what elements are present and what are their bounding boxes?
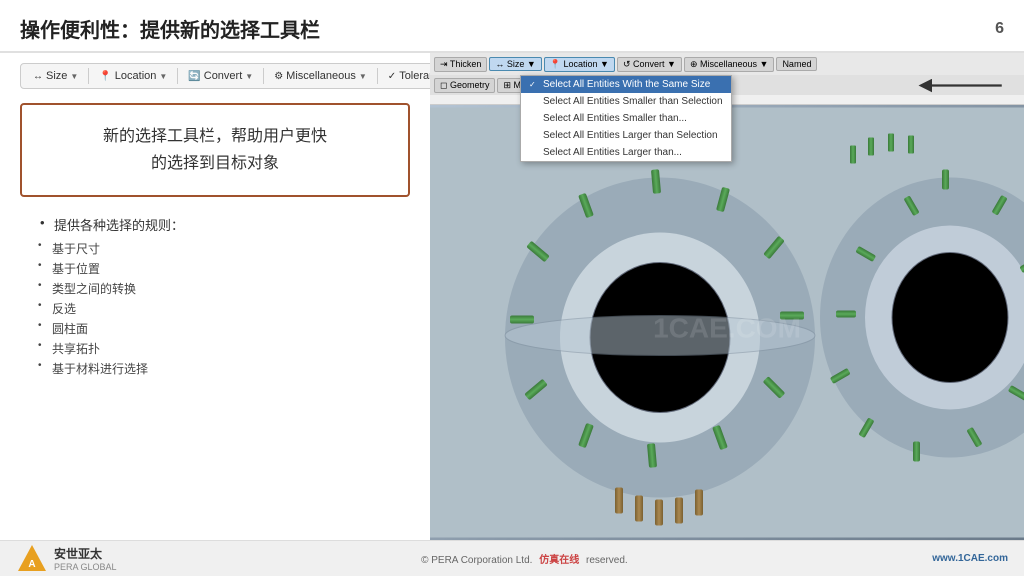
toolbar-location[interactable]: 📍 Location ▼ [95,68,171,84]
location-label: Location [115,70,157,82]
scene-svg: 1CAE.COM [430,105,1024,540]
bullet-main-text: 提供各种选择的规则： [24,215,410,234]
svg-text:1CAE.COM: 1CAE.COM [653,313,801,344]
software-toolbar-top: ⇥ Thicken ↔ Size ▼ 📍 Location ▼ ↺ Conver… [430,53,1024,75]
mechanical-scene: 1CAE.COM [430,105,1024,540]
toolbar-convert[interactable]: 🔄 Convert ▼ [184,68,257,84]
sw-btn-thicken[interactable]: ⇥ Thicken [434,57,487,72]
logo-name: 安世亚太 [54,545,117,562]
tolerances-icon: ✓ [388,71,396,82]
dropdown-item-2[interactable]: Select All Entities Smaller than Selecti… [521,93,731,110]
separator3 [263,68,264,84]
sw-btn-named[interactable]: Named [776,57,817,71]
dropdown-item-label-3: Select All Entities Smaller than... [543,113,687,124]
slide-header: 操作便利性：提供新的选择工具栏 6 [0,0,1024,53]
separator1 [88,68,89,84]
size-dropdown-arrow: ▼ [70,72,78,81]
bullet-item-4: 反选 [38,300,410,317]
footer-logo: A 安世亚太 PERA GLOBAL [16,543,117,575]
sw-btn-misc[interactable]: ⊕ Miscellaneous ▼ [684,57,774,72]
toolbar-misc[interactable]: ⚙ Miscellaneous ▼ [270,68,371,84]
arrow-annotation [914,73,1004,98]
dropdown-item-label-4: Select All Entities Larger than Selectio… [543,130,718,141]
right-panel: ⇥ Thicken ↔ Size ▼ 📍 Location ▼ ↺ Conver… [430,53,1024,540]
dropdown-popup: ✓ Select All Entities With the Same Size… [520,75,732,162]
dropdown-item-1[interactable]: ✓ Select All Entities With the Same Size [521,76,731,93]
bullet-item-5: 圆柱面 [38,320,410,337]
convert-icon: 🔄 [188,71,200,82]
slide-body: ↔ Size ▼ 📍 Location ▼ 🔄 Convert ▼ [0,53,1024,540]
software-ui-overlay: ⇥ Thicken ↔ Size ▼ 📍 Location ▼ ↺ Conver… [430,53,1024,105]
footer-website: www.1CAE.com [932,553,1008,564]
bullet-main-item: 提供各种选择的规则： [40,215,410,234]
highlight-box: 新的选择工具栏，帮助用户更快 的选择到目标对象 [20,103,410,197]
slide-footer: A 安世亚太 PERA GLOBAL © PERA Corporation Lt… [0,540,1024,576]
dropdown-item-4[interactable]: Select All Entities Larger than Selectio… [521,127,731,144]
sw-btn-convert[interactable]: ↺ Convert ▼ [617,57,682,72]
size-label: Size [46,70,67,82]
misc-dropdown-arrow: ▼ [359,72,367,81]
logo-icon: A [16,543,48,575]
bullet-item-3: 类型之间的转换 [38,280,410,297]
toolbar-size[interactable]: ↔ Size ▼ [29,68,82,84]
sw-btn-geometry[interactable]: ◻ Geometry [434,78,495,93]
left-panel: ↔ Size ▼ 📍 Location ▼ 🔄 Convert ▼ [0,53,430,540]
selection-toolbar[interactable]: ↔ Size ▼ 📍 Location ▼ 🔄 Convert ▼ [20,63,465,89]
highlight-text-line1: 新的选择工具栏，帮助用户更快 [38,123,392,150]
bullet-item-6: 共享拓扑 [38,340,410,357]
footer-tagline: 仿真在线 [539,555,579,566]
dropdown-item-label-2: Select All Entities Smaller than Selecti… [543,96,723,107]
dropdown-item-label-1: Select All Entities With the Same Size [543,79,710,90]
check-icon: ✓ [529,80,539,89]
logo-subtitle: PERA GLOBAL [54,562,117,572]
bullet-section: 提供各种选择的规则： 基于尺寸 基于位置 类型之间的转换 反选 圆柱面 共享拓扑… [20,211,410,380]
convert-label: Convert [204,70,243,82]
size-icon: ↔ [33,71,43,82]
sw-btn-size[interactable]: ↔ Size ▼ [489,57,541,71]
location-dropdown-arrow: ▼ [159,72,167,81]
slide-container: 操作便利性：提供新的选择工具栏 6 ↔ Size ▼ 📍 Location ▼ [0,0,1024,576]
sw-btn-location[interactable]: 📍 Location ▼ [544,57,615,72]
location-icon: 📍 [99,71,111,82]
dropdown-item-5[interactable]: Select All Entities Larger than... [521,144,731,161]
slide-title: 操作便利性：提供新的选择工具栏 [20,14,320,43]
separator2 [177,68,178,84]
svg-text:A: A [28,559,35,570]
misc-icon: ⚙ [274,71,283,82]
bullet-item-2: 基于位置 [38,260,410,277]
slide-number: 6 [995,20,1004,38]
convert-dropdown-arrow: ▼ [245,72,253,81]
bullet-item-7: 基于材料进行选择 [38,360,410,377]
separator4 [377,68,378,84]
misc-label: Miscellaneous [286,70,356,82]
footer-rights: reserved. [586,555,628,566]
highlight-text-line2: 的选择到目标对象 [38,150,392,177]
sub-bullet-list: 基于尺寸 基于位置 类型之间的转换 反选 圆柱面 共享拓扑 基于材料进行选择 [24,240,410,377]
dropdown-item-label-5: Select All Entities Larger than... [543,147,682,158]
dropdown-item-3[interactable]: Select All Entities Smaller than... [521,110,731,127]
footer-copyright: © PERA Corporation Ltd. 仿真在线 reserved. [421,551,628,566]
bullet-item-1: 基于尺寸 [38,240,410,257]
